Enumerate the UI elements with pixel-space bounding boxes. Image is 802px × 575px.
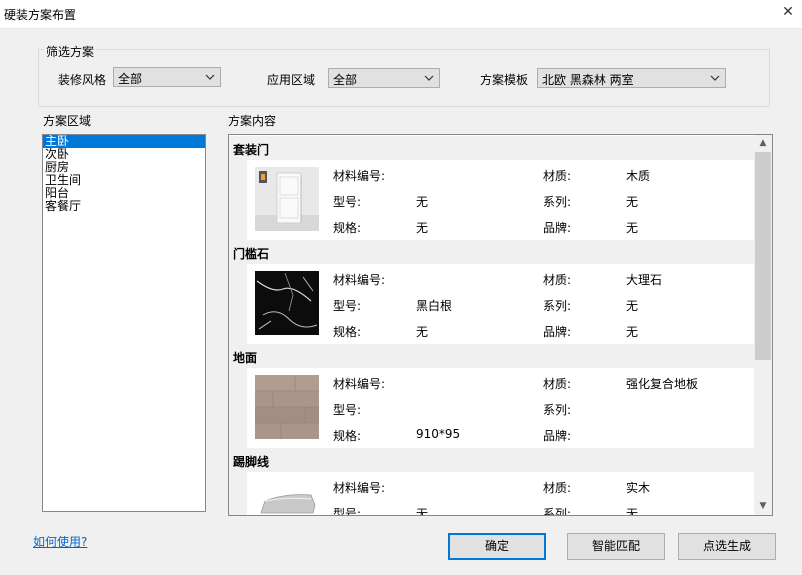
scroll-down-icon[interactable]: ▼ xyxy=(754,498,772,515)
window-title: 硬装方案布置 xyxy=(4,8,77,22)
model-value: 无 xyxy=(416,195,429,209)
area-panel-title: 方案区域 xyxy=(43,114,92,128)
chevron-down-icon xyxy=(710,75,720,81)
spec-label: 规格: xyxy=(333,429,362,443)
title-bar: 硬装方案布置 ✕ xyxy=(0,0,802,29)
spec-value: 无 xyxy=(416,325,429,339)
chevron-down-icon xyxy=(205,74,215,80)
list-item[interactable]: 客餐厅 xyxy=(43,200,205,213)
style-select-value: 全部 xyxy=(118,72,143,86)
smart-match-button[interactable]: 智能匹配 xyxy=(567,533,665,560)
row-stripe xyxy=(229,472,247,515)
brand-label: 品牌: xyxy=(543,221,572,235)
baseboard-thumbnail xyxy=(255,479,319,515)
material-value: 大理石 xyxy=(626,273,663,287)
template-select[interactable]: 北欧 黑森林 两室 xyxy=(537,68,726,88)
material-value: 实木 xyxy=(626,481,651,495)
series-label: 系列: xyxy=(543,195,572,209)
spec-label: 规格: xyxy=(333,221,362,235)
spec-value: 无 xyxy=(416,221,429,235)
content-panel-title: 方案内容 xyxy=(228,114,277,128)
code-label: 材料编号: xyxy=(333,481,386,495)
ok-button[interactable]: 确定 xyxy=(448,533,546,560)
brand-label: 品牌: xyxy=(543,325,572,339)
series-value: 无 xyxy=(626,507,639,516)
code-label: 材料编号: xyxy=(333,377,386,391)
category-name: 门槛石 xyxy=(233,247,270,261)
category-header: 地面 xyxy=(229,344,754,368)
area-label: 应用区域 xyxy=(267,73,316,87)
series-label: 系列: xyxy=(543,507,572,516)
chevron-down-icon xyxy=(424,75,434,81)
category-name: 套装门 xyxy=(233,143,270,157)
model-label: 型号: xyxy=(333,299,362,313)
row-stripe xyxy=(229,160,247,240)
code-label: 材料编号: xyxy=(333,273,386,287)
series-label: 系列: xyxy=(543,403,572,417)
filter-group-legend: 筛选方案 xyxy=(44,43,97,60)
material-label: 材质: xyxy=(543,377,572,391)
model-label: 型号: xyxy=(333,195,362,209)
brand-label: 品牌: xyxy=(543,429,572,443)
area-select[interactable]: 全部 xyxy=(328,68,440,88)
area-select-value: 全部 xyxy=(333,73,358,87)
model-value: 无 xyxy=(416,507,429,516)
template-label: 方案模板 xyxy=(480,73,529,87)
content-panel: 套装门 材料编号: 材质: 木质 型号: 无 系列: 无 规格: 无 品牌: 无… xyxy=(228,134,773,516)
spec-label: 规格: xyxy=(333,325,362,339)
series-value: 无 xyxy=(626,299,639,313)
generate-button[interactable]: 点选生成 xyxy=(678,533,776,560)
material-value: 木质 xyxy=(626,169,651,183)
category-name: 踢脚线 xyxy=(233,455,270,469)
black-marble-thumbnail xyxy=(255,271,319,335)
series-value: 无 xyxy=(626,195,639,209)
area-listbox[interactable]: 主卧 次卧 厨房 卫生间 阳台 客餐厅 xyxy=(42,134,206,512)
material-value: 强化复合地板 xyxy=(626,377,699,391)
brand-value: 无 xyxy=(626,221,639,235)
template-select-value: 北欧 黑森林 两室 xyxy=(542,73,634,87)
close-icon[interactable]: ✕ xyxy=(780,4,796,20)
door-thumbnail xyxy=(255,167,319,231)
style-label: 装修风格 xyxy=(58,73,107,87)
code-label: 材料编号: xyxy=(333,169,386,183)
material-label: 材质: xyxy=(543,481,572,495)
content-scrollbar[interactable]: ▲ ▼ xyxy=(754,135,772,515)
model-label: 型号: xyxy=(333,507,362,516)
scrollbar-thumb[interactable] xyxy=(755,152,771,360)
model-value: 黑白根 xyxy=(416,299,453,313)
spec-value: 910*95 xyxy=(416,427,461,441)
row-stripe xyxy=(229,368,247,448)
category-header: 套装门 xyxy=(229,136,754,160)
brand-value: 无 xyxy=(626,325,639,339)
wood-floor-thumbnail xyxy=(255,375,319,439)
model-label: 型号: xyxy=(333,403,362,417)
scroll-up-icon[interactable]: ▲ xyxy=(754,135,772,152)
material-label: 材质: xyxy=(543,273,572,287)
row-stripe xyxy=(229,264,247,344)
category-name: 地面 xyxy=(233,351,258,365)
category-header: 踢脚线 xyxy=(229,448,754,472)
series-label: 系列: xyxy=(543,299,572,313)
help-link[interactable]: 如何使用? xyxy=(33,533,87,550)
style-select[interactable]: 全部 xyxy=(113,67,221,87)
material-label: 材质: xyxy=(543,169,572,183)
category-header: 门槛石 xyxy=(229,240,754,264)
